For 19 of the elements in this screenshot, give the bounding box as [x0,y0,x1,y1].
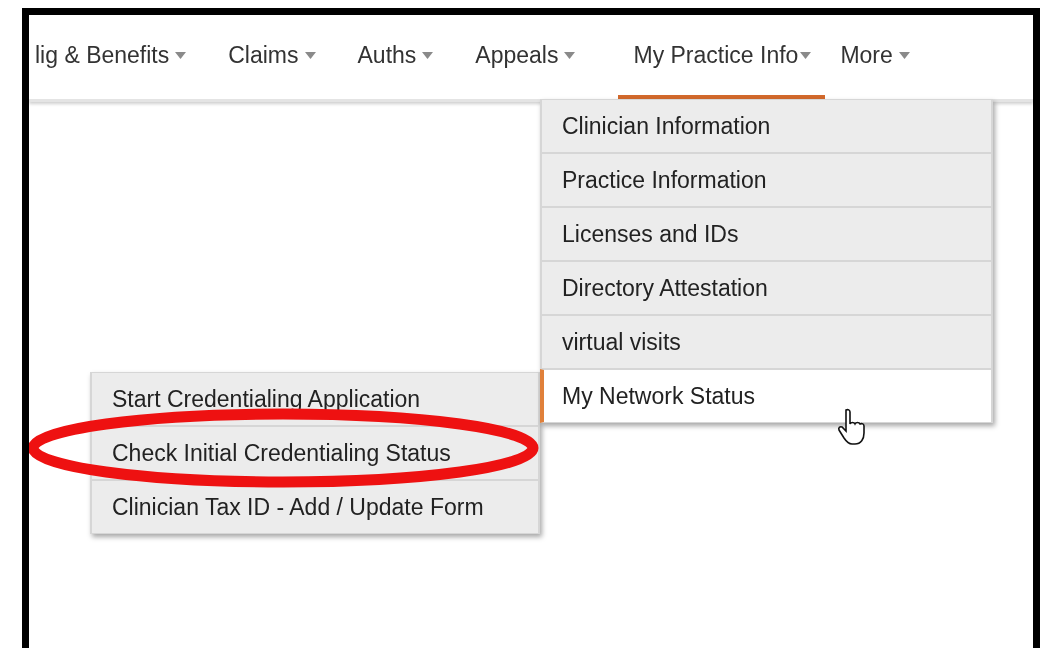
caret-icon [304,51,316,59]
menu-item[interactable]: Directory Attestation [540,261,993,315]
caret-icon [175,51,187,59]
menu-item[interactable]: Clinician Tax ID - Add / Update Form [90,480,540,534]
menu-item[interactable]: Practice Information [540,153,993,207]
nav-tab[interactable]: lig & Benefits [29,15,202,99]
nav-tab[interactable]: Appeals [460,15,591,99]
nav-tab[interactable]: Claims [213,15,331,99]
menu-item[interactable]: My Network Status [540,369,993,423]
nav-tab[interactable]: More [825,15,925,99]
caret-icon [800,51,812,59]
caret-icon [898,51,910,59]
hand-cursor-icon [837,408,867,446]
caret-icon [422,51,434,59]
menu-item[interactable]: Clinician Information [540,99,993,153]
menu-item[interactable]: Licenses and IDs [540,207,993,261]
menu-item[interactable]: virtual visits [540,315,993,369]
nav-tab[interactable]: Auths [342,15,449,99]
caret-icon [564,51,576,59]
